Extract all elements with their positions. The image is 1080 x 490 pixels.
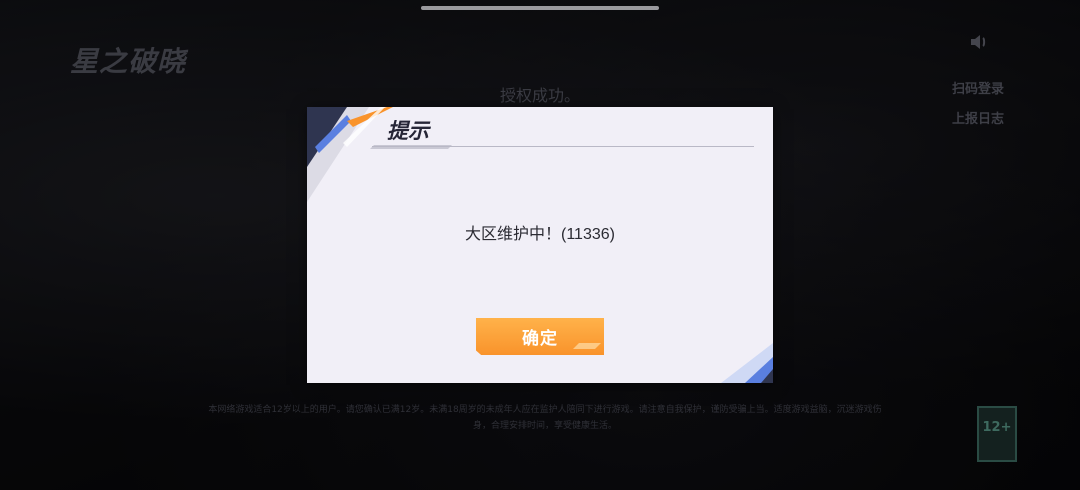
confirm-button-label: 确定 [522, 329, 558, 349]
notice-dialog: 提示 大区维护中！(11336) 确定 [307, 107, 773, 383]
game-logo: 星之破晓 [70, 45, 187, 78]
auth-status-text: 授权成功。 [500, 86, 581, 105]
report-log-link[interactable]: 上报日志 [952, 108, 1004, 127]
dialog-title: 提示 [387, 118, 429, 143]
age-rating-badge: 12+ [977, 406, 1017, 462]
confirm-button[interactable]: 确定 [476, 318, 604, 355]
dialog-corner-decoration-bottom [721, 343, 773, 383]
speaker-icon[interactable] [968, 30, 992, 54]
scan-login-link[interactable]: 扫码登录 [952, 78, 1004, 97]
home-indicator [421, 6, 659, 10]
button-shine-decoration [573, 343, 601, 349]
dialog-message: 大区维护中！(11336) [465, 226, 615, 243]
title-underline [372, 146, 754, 147]
agreement-text: 本网络游戏适合12岁以上的用户。请您确认已满12岁。未满18周岁的未成年人应在监… [208, 405, 882, 431]
